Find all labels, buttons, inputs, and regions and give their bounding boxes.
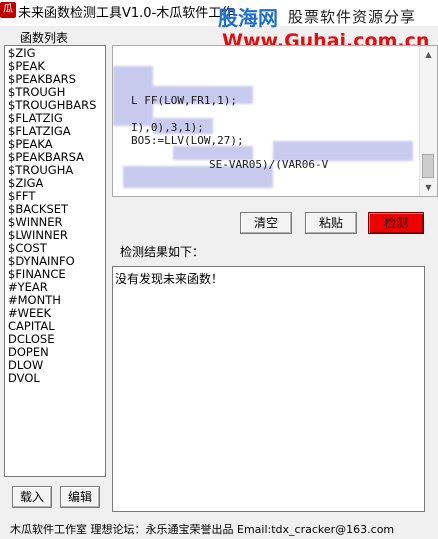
clear-button[interactable]: 清空	[240, 212, 292, 234]
watermark-logo: 股海网	[218, 6, 278, 30]
code-editor[interactable]: L FF(LOW,FR1,1); I),0),3,1); BO5:=LLV(LO…	[112, 45, 438, 197]
code-line: BO5:=LLV(LOW,27);	[131, 134, 244, 147]
result-textbox[interactable]: 没有发现未来函数！	[112, 266, 425, 512]
code-line: I),0),3,1);	[131, 121, 204, 134]
function-list-item[interactable]: DVOL	[8, 372, 102, 385]
watermark-subtitle: 股票软件资源分享	[288, 8, 417, 26]
edit-button[interactable]: 编辑	[60, 486, 100, 508]
status-bar: 木瓜软件工作室 理想论坛：永乐通宝荣誉出品 Email:tdx_cracker@…	[10, 523, 395, 536]
code-line: SE-VAR05)/(VAR06-V	[209, 158, 329, 171]
load-button[interactable]: 载入	[12, 486, 52, 508]
result-label: 检测结果如下：	[120, 245, 205, 259]
code-scrollbar[interactable]: ▲ ▼	[419, 46, 437, 196]
paste-button[interactable]: 粘贴	[305, 212, 357, 234]
code-line: L FF(LOW,FR1,1);	[131, 94, 237, 107]
app-icon: 瓜	[0, 2, 16, 18]
detect-button[interactable]: 检测	[368, 212, 424, 234]
function-list-label: 函数列表	[18, 29, 71, 46]
scroll-thumb[interactable]	[422, 154, 434, 178]
result-text: 没有发现未来函数！	[115, 272, 224, 286]
scroll-down-icon[interactable]: ▼	[420, 179, 437, 196]
window-title: 未来函数检测工具V1.0-木瓜软件工作	[18, 6, 235, 21]
scroll-up-icon[interactable]: ▲	[420, 46, 437, 63]
function-list[interactable]: $ZIG $PEAK $PEAKBARS $TROUGH $TROUGHBARS $FLA…	[4, 45, 106, 477]
